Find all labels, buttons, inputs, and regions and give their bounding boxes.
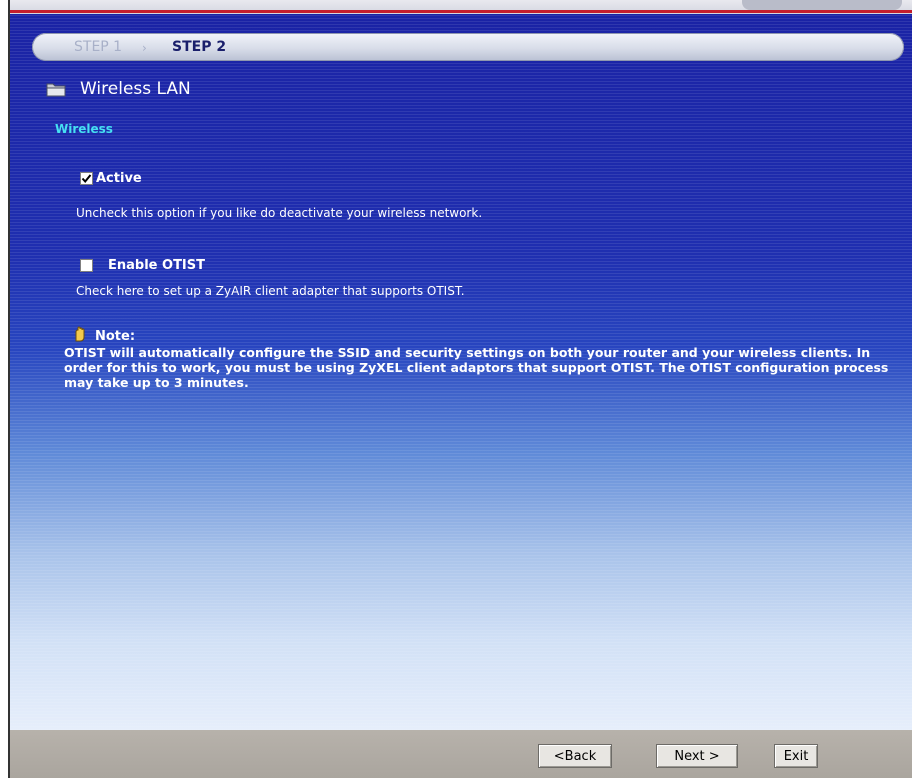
- active-description: Uncheck this option if you like do deact…: [76, 206, 483, 220]
- active-label: Active: [96, 171, 142, 186]
- next-button[interactable]: Next >: [656, 744, 738, 768]
- accent-line: [10, 10, 912, 13]
- otist-option[interactable]: Enable OTIST: [80, 258, 205, 273]
- wizard-footer: <Back Next > Exit: [10, 730, 912, 778]
- checkmark-icon: [81, 174, 92, 184]
- otist-description: Check here to set up a ZyAIR client adap…: [76, 284, 465, 298]
- otist-checkbox[interactable]: [80, 259, 93, 272]
- step-1-label: STEP 1: [74, 39, 123, 55]
- note-label: Note:: [95, 328, 136, 344]
- top-strip: [10, 0, 912, 14]
- top-tab-shadow: [742, 0, 902, 10]
- note-header: Note:: [73, 326, 135, 346]
- folder-icon: [46, 81, 66, 97]
- active-checkbox[interactable]: [80, 172, 93, 185]
- step-separator-icon: ›: [142, 41, 147, 55]
- note-text: OTIST will automatically configure the S…: [64, 345, 889, 390]
- hand-icon: [73, 326, 87, 346]
- otist-label: Enable OTIST: [108, 258, 205, 273]
- wizard-steps-bar: STEP 1 › STEP 2: [32, 33, 904, 61]
- active-option[interactable]: Active: [80, 171, 142, 186]
- page-title: Wireless LAN: [80, 79, 191, 99]
- section-title-wireless: Wireless: [55, 122, 113, 136]
- step-2-label: STEP 2: [172, 39, 227, 55]
- back-button[interactable]: <Back: [538, 744, 612, 768]
- exit-button[interactable]: Exit: [774, 744, 818, 768]
- page-header: Wireless LAN: [46, 78, 191, 100]
